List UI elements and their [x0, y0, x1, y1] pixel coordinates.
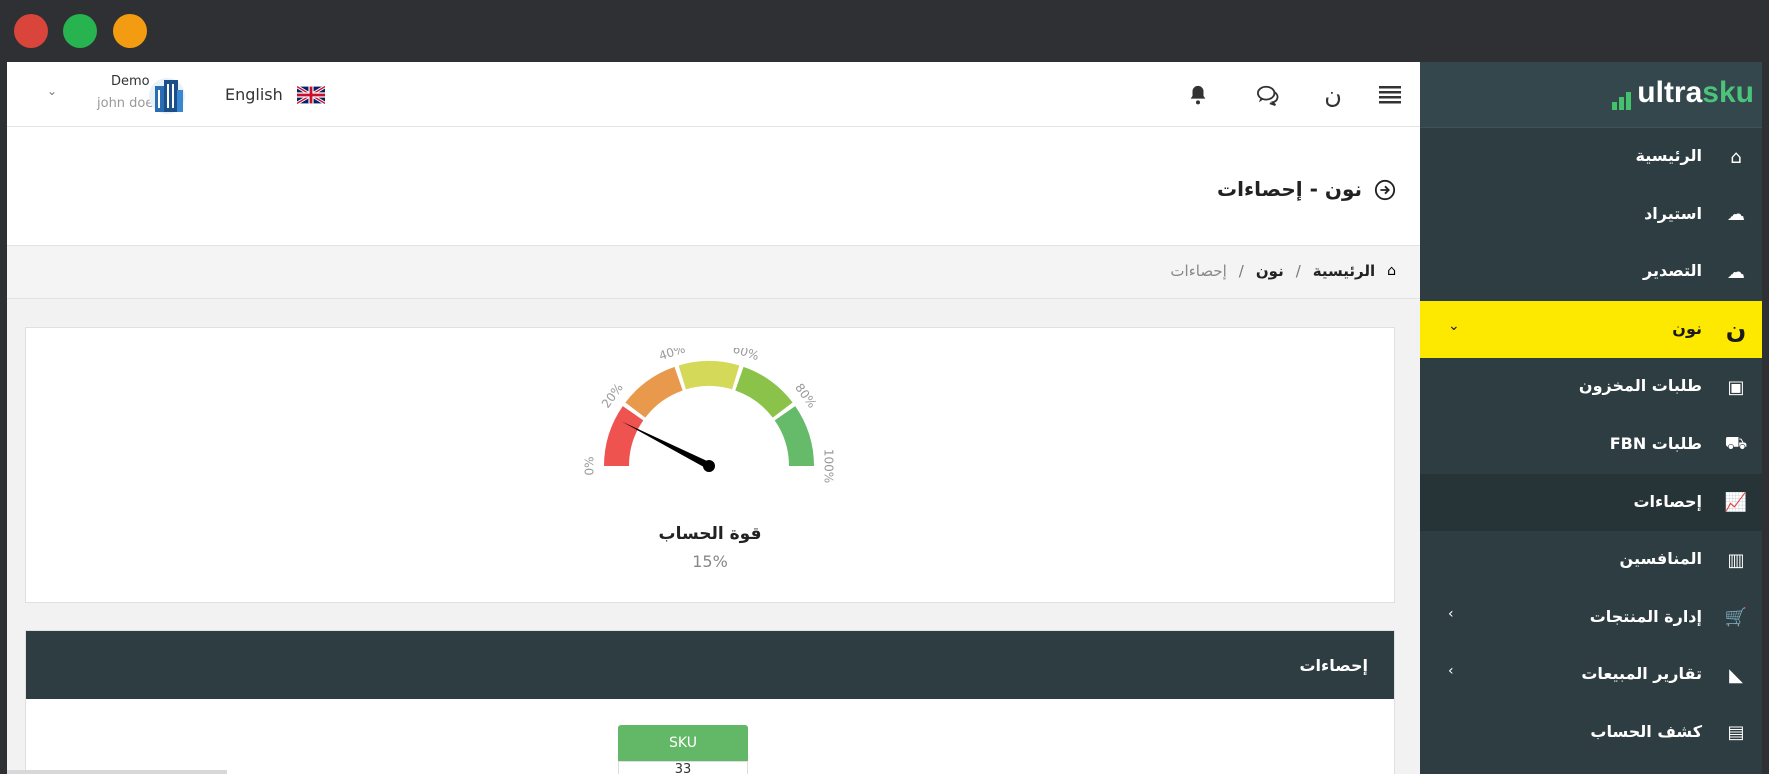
home-icon: ⌂ — [1730, 146, 1742, 168]
boxes-icon: ▣ — [1727, 376, 1745, 398]
sidebar-item[interactable]: ▥ المنافسين — [1420, 531, 1762, 589]
sidebar-item-label: التصدير — [1643, 261, 1702, 281]
uk-flag-icon — [296, 85, 325, 104]
sidebar-item[interactable]: ▣ طلبات المخزون — [1420, 358, 1762, 416]
sidebar-item-label: طلبات المخزون — [1578, 376, 1702, 396]
gauge-label: قوة الحساب — [658, 524, 762, 544]
gauge-band — [774, 406, 814, 466]
horizontal-scrollbar[interactable] — [7, 770, 227, 774]
sidebar-item[interactable]: ◣ تقارير المبيعات ‹ — [1420, 646, 1762, 704]
sidebar-item[interactable]: ▤ كشف الحساب — [1420, 704, 1762, 762]
sidebar-item[interactable]: ن نون ⌄ — [1420, 300, 1762, 359]
close-window-button[interactable] — [14, 14, 48, 48]
chevron-down-icon: ⌄ — [1448, 317, 1460, 334]
page-header: نون - إحصاءات — [7, 127, 1420, 246]
sidebar-item[interactable]: 📈 إحصاءات — [1420, 473, 1762, 532]
sidebar-item[interactable]: ☁ استيراد — [1420, 186, 1762, 244]
breadcrumb: ⌂ الرئيسية / نون / إحصاءات — [7, 246, 1420, 299]
maximize-window-button[interactable] — [113, 14, 147, 48]
cart-icon: 🛒 — [1724, 607, 1748, 629]
gauge-value: 15% — [692, 552, 728, 571]
gauge-tick-label: 40% — [657, 348, 687, 363]
gauge-hub — [703, 460, 715, 472]
statistics-card-header: إحصاءات — [26, 631, 1394, 699]
cloud-download-icon: ☁ — [1727, 261, 1745, 283]
minimize-window-button[interactable] — [63, 14, 97, 48]
sidebar-item-label: طلبات FBN — [1609, 433, 1702, 453]
money-icon: ▤ — [1727, 722, 1745, 744]
language-switcher[interactable]: English — [225, 85, 325, 104]
gauge-band — [625, 366, 683, 418]
truck-icon: ⛟ — [1724, 432, 1748, 454]
sidebar-item-label: تقارير المبيعات — [1581, 664, 1702, 684]
bell-icon[interactable] — [1185, 82, 1211, 108]
user-subtitle: john doe — [97, 96, 154, 111]
table-cell: 33 — [618, 761, 748, 774]
gauge-band — [604, 406, 644, 466]
logo-text-sku: sku — [1702, 76, 1754, 109]
chevron-left-icon: ‹ — [1448, 605, 1454, 622]
chart-line-icon: 📈 — [1724, 492, 1748, 514]
logo-text-ultra: ultra — [1637, 76, 1703, 109]
gauge-tick-label: 100% — [822, 449, 836, 483]
sidebar-menu: ⌂ الرئيسية ☁ استيراد ☁ التصدير ن نون ⌄ ▣ طلبات الم… — [1420, 128, 1762, 762]
sidebar-item[interactable]: 🛒 إدارة المنتجات ‹ — [1420, 589, 1762, 647]
sidebar-item-label: استيراد — [1644, 203, 1702, 223]
chat-icon[interactable] — [1255, 82, 1281, 108]
breadcrumb-home-link[interactable]: الرئيسية — [1313, 262, 1375, 280]
sidebar-item-label: كشف الحساب — [1590, 721, 1702, 741]
gauge-tick-label: 0% — [583, 456, 597, 475]
gauge-tick-label: 80% — [792, 381, 819, 411]
main-content: ⌄ Demo john doe English ن نون - إحصاءات … — [7, 62, 1420, 774]
area-chart-icon: ◣ — [1729, 664, 1743, 686]
ultrasku-logo[interactable]: ultrasku — [1612, 76, 1754, 110]
breadcrumb-separator: / — [1295, 262, 1301, 280]
arrow-circle-right-icon — [1374, 179, 1396, 201]
sku-column-header[interactable]: SKU — [618, 725, 748, 761]
sidebar-item-label: المنافسين — [1619, 549, 1702, 569]
breadcrumb-section-link[interactable]: نون — [1256, 262, 1284, 280]
signal-bars-icon — [1612, 76, 1633, 110]
window-titlebar — [0, 0, 1769, 62]
gauge-band — [735, 366, 793, 418]
sidebar-item-label: إدارة المنتجات — [1589, 606, 1702, 626]
sidebar-item[interactable]: ⛟ طلبات FBN — [1420, 416, 1762, 474]
app-window: ⌄ Demo john doe English ن نون - إحصاءات … — [7, 62, 1762, 774]
noon-icon: ن — [1725, 315, 1747, 344]
page-title: نون - إحصاءات — [1216, 177, 1362, 201]
sidebar-item-label: إحصاءات — [1633, 491, 1702, 511]
building-avatar-icon — [149, 78, 185, 114]
user-name: Demo — [111, 74, 150, 89]
gauge-tick-label: 60% — [731, 348, 761, 363]
gauge-band — [678, 361, 740, 390]
home-icon: ⌂ — [1387, 263, 1396, 279]
top-navbar: ⌄ Demo john doe English ن — [7, 62, 1420, 127]
gauge-needle — [621, 421, 712, 472]
sidebar-item[interactable]: ☁ التصدير — [1420, 243, 1762, 301]
breadcrumb-separator: / — [1238, 262, 1244, 280]
statistics-card: إحصاءات SKU 33 — [25, 630, 1395, 774]
logo-bar: ultrasku — [1420, 62, 1762, 128]
gauge-tick-label: 20% — [599, 381, 626, 411]
sidebar-item-label: الرئيسية — [1635, 146, 1703, 165]
sidebar-item-label: نون — [1672, 318, 1702, 338]
account-strength-gauge: 0% 20% 40% 60% 80% 100% — [583, 348, 836, 483]
statistics-title: إحصاءات — [1299, 656, 1368, 675]
language-label: English — [225, 85, 283, 104]
bar-chart-icon: ▥ — [1727, 549, 1745, 571]
cloud-upload-icon: ☁ — [1727, 204, 1745, 226]
chevron-down-icon: ⌄ — [47, 84, 58, 98]
breadcrumb-current: إحصاءات — [1170, 262, 1227, 280]
sidebar: ultrasku ⌂ الرئيسية ☁ استيراد ☁ التصدير ن نون ⌄ ▣… — [1420, 62, 1762, 774]
hamburger-menu-icon[interactable] — [1377, 82, 1403, 108]
noon-logo-icon[interactable]: ن — [1320, 81, 1346, 109]
account-strength-card: 0% 20% 40% 60% 80% 100% قوة الحساب 15% — [25, 327, 1395, 603]
chevron-left-icon: ‹ — [1448, 663, 1454, 680]
sidebar-item[interactable]: ⌂ الرئيسية — [1420, 128, 1762, 186]
